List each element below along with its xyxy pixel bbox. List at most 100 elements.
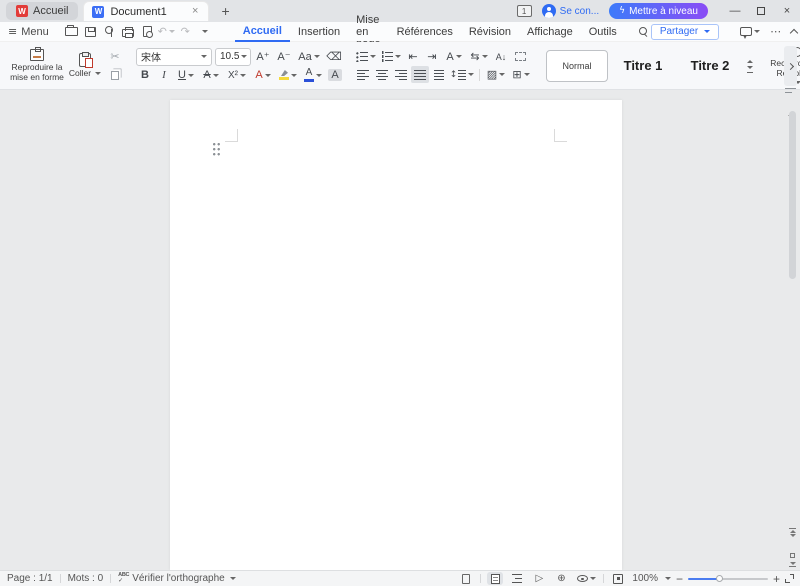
highlight-color-button[interactable] <box>276 67 300 84</box>
save-button[interactable] <box>82 24 99 40</box>
browse-target-button[interactable] <box>790 552 795 558</box>
ribbon-expand-button[interactable] <box>784 46 797 86</box>
share-button[interactable]: Partager <box>650 23 720 40</box>
italic-button[interactable]: I <box>155 67 173 84</box>
word-count[interactable]: Mots : 0 <box>61 573 111 584</box>
tab-revision[interactable]: Révision <box>461 22 519 42</box>
text-effects-button[interactable]: A <box>251 67 275 84</box>
shrink-font-button[interactable]: A⁻ <box>275 48 293 65</box>
dropdown-caret <box>481 55 488 58</box>
collapse-ribbon-button[interactable] <box>786 28 800 37</box>
window-list-icon[interactable]: 1 <box>516 5 532 17</box>
text-direction-button[interactable]: A <box>442 48 466 65</box>
customize-toolbar-button[interactable] <box>196 24 213 40</box>
tab-affichage[interactable]: Affichage <box>519 22 581 42</box>
zoom-slider[interactable] <box>687 574 768 583</box>
zoom-value[interactable]: 100% <box>632 573 658 584</box>
wps-home-tab[interactable]: W Accueil <box>6 2 79 20</box>
tab-outils[interactable]: Outils <box>581 22 625 42</box>
close-button[interactable]: × <box>774 0 800 22</box>
zoom-out-button[interactable]: − <box>676 573 683 585</box>
export-pdf-button[interactable] <box>101 24 118 40</box>
shading-button[interactable]: ▨ <box>484 66 508 83</box>
ribbon-search-button[interactable] <box>635 26 651 38</box>
tab-accueil[interactable]: Accueil <box>234 22 290 42</box>
bullets-button[interactable] <box>354 48 378 65</box>
zoom-slider-knob[interactable] <box>715 575 723 582</box>
document-tab[interactable]: W Document1 × <box>83 1 210 21</box>
previous-page-button[interactable] <box>789 527 796 533</box>
underline-button[interactable]: U <box>174 67 198 84</box>
show-marks-button[interactable] <box>511 48 529 65</box>
tab-mise-en-page[interactable]: Mise en page <box>348 14 388 50</box>
tab-insertion[interactable]: Insertion <box>290 22 348 42</box>
superscript-button[interactable]: X² <box>224 67 250 84</box>
gallery-up-button[interactable] <box>747 59 753 63</box>
undo-button[interactable]: ↶ <box>158 24 175 40</box>
change-case-button[interactable]: Aa <box>296 48 322 65</box>
vertical-scrollbar-thumb[interactable] <box>789 111 796 279</box>
fullscreen-button[interactable] <box>785 574 794 583</box>
gallery-down-button[interactable] <box>747 65 753 69</box>
minimize-button[interactable]: — <box>722 0 748 22</box>
page-count[interactable]: Page : 1/1 <box>0 573 60 584</box>
comments-button[interactable] <box>735 27 765 39</box>
paste-button[interactable]: Coller <box>66 51 104 79</box>
font-name-select[interactable]: 宋体 <box>136 47 212 66</box>
gallery-more-button[interactable] <box>747 71 753 74</box>
undo-icon: ↶ <box>157 25 167 38</box>
page-tools-button[interactable] <box>458 572 474 585</box>
maximize-button[interactable] <box>748 0 774 22</box>
more-options-button[interactable]: ⋯ <box>765 25 786 38</box>
web-layout-button[interactable]: ⊕ <box>553 572 569 585</box>
line-spacing-button[interactable]: ↕ <box>449 66 475 83</box>
tab-references[interactable]: Références <box>389 22 461 42</box>
spellcheck-button[interactable]: ABC ✓ Vérifier l'orthographe <box>111 573 243 584</box>
ruler-toggle-icon[interactable] <box>785 87 796 95</box>
align-center-button[interactable] <box>373 66 391 83</box>
next-page-button[interactable] <box>789 561 796 567</box>
bold-button[interactable]: B <box>136 67 154 84</box>
print-preview-button[interactable] <box>139 24 156 40</box>
redo-button[interactable]: ↷ <box>177 24 194 40</box>
scroll-down-button[interactable] <box>789 533 796 549</box>
fit-page-button[interactable] <box>610 572 626 585</box>
style-titre-2[interactable]: Titre 2 <box>678 50 742 82</box>
eye-protect-button[interactable] <box>575 572 597 585</box>
avatar <box>541 4 556 18</box>
paragraph-drag-handle[interactable] <box>213 143 222 157</box>
clear-format-button[interactable]: ⌫ <box>325 48 343 65</box>
upgrade-button[interactable]: ϟ Mettre à niveau <box>609 3 708 19</box>
document-page[interactable] <box>170 100 622 570</box>
align-left-button[interactable] <box>354 66 372 83</box>
align-right-button[interactable] <box>392 66 410 83</box>
new-tab-button[interactable]: + <box>217 3 233 19</box>
style-normal[interactable]: Normal <box>546 49 608 82</box>
outline-view-button[interactable] <box>509 572 525 585</box>
sort-button[interactable]: A↓ <box>492 48 510 65</box>
zoom-in-button[interactable]: + <box>773 573 780 585</box>
numbering-button[interactable] <box>379 48 403 65</box>
print-button[interactable] <box>120 24 137 40</box>
decrease-indent-button[interactable]: ⇤ <box>404 48 422 65</box>
ltr-button[interactable]: ⇆ <box>467 48 491 65</box>
read-mode-button[interactable]: ▷ <box>531 572 547 585</box>
justify-button[interactable] <box>411 66 429 83</box>
format-painter-button[interactable]: Reproduire la mise en forme <box>8 46 66 83</box>
copy-button[interactable] <box>106 67 124 84</box>
font-color-button[interactable]: A <box>301 67 325 84</box>
print-layout-view-button[interactable] <box>487 572 504 585</box>
borders-button[interactable]: ⊞ <box>509 66 533 83</box>
cut-button[interactable]: ✂ <box>106 48 124 65</box>
increase-indent-button[interactable]: ⇥ <box>423 48 441 65</box>
style-titre-1[interactable]: Titre 1 <box>611 50 675 82</box>
char-shading-button[interactable]: A <box>326 67 344 84</box>
distribute-button[interactable] <box>430 66 448 83</box>
account-signin[interactable]: Se con... <box>541 4 599 18</box>
tab-close-icon[interactable]: × <box>190 5 200 18</box>
open-button[interactable] <box>63 24 80 40</box>
strikethrough-button[interactable]: A <box>199 67 223 84</box>
grow-font-button[interactable]: A⁺ <box>254 48 272 65</box>
menu-button[interactable]: ≡ Menu <box>0 25 57 38</box>
font-size-select[interactable]: 10.5 <box>215 47 251 66</box>
